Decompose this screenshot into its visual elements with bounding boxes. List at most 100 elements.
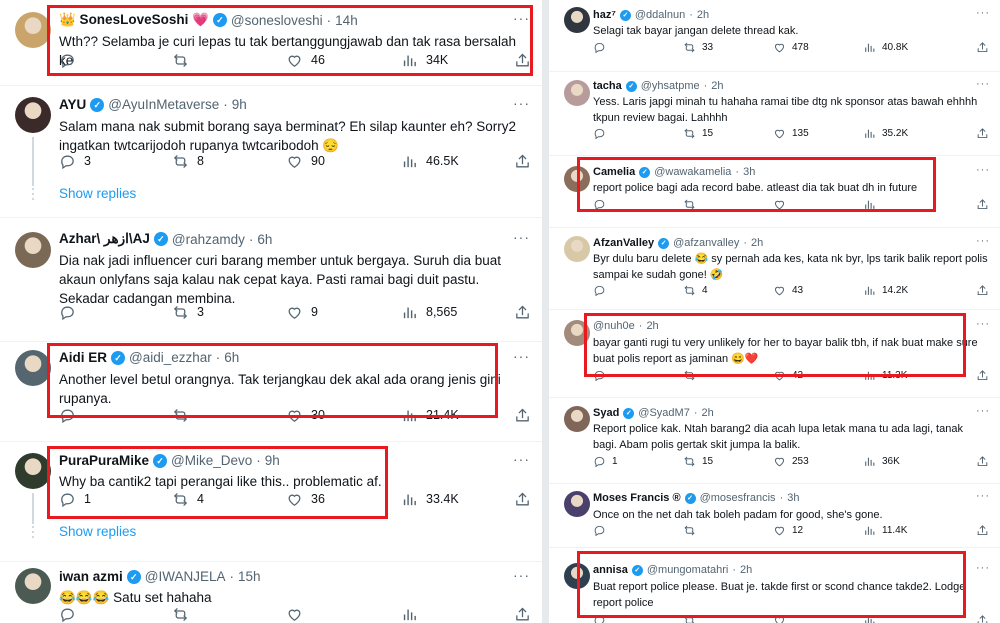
views-button[interactable] (863, 614, 882, 623)
share-button[interactable] (976, 524, 989, 537)
author-handle[interactable]: @mungomatahri (647, 564, 728, 576)
timestamp[interactable]: 15h (238, 569, 261, 584)
reply-button[interactable] (593, 524, 612, 537)
avatar[interactable] (564, 166, 590, 192)
more-icon[interactable]: ··· (976, 7, 990, 19)
reply-button[interactable] (59, 304, 84, 321)
reply-button[interactable]: 3 (59, 153, 91, 170)
share-button[interactable] (514, 52, 531, 69)
views-button[interactable] (401, 606, 426, 623)
reply-button[interactable] (59, 606, 84, 623)
retweet-button[interactable] (683, 524, 702, 537)
avatar[interactable] (564, 491, 590, 517)
author-handle[interactable]: @nuh0e (593, 320, 635, 332)
show-replies-link[interactable]: Show replies (59, 524, 136, 539)
share-button[interactable] (976, 284, 989, 297)
timestamp[interactable]: 9h (265, 453, 280, 468)
retweet-button[interactable]: 15 (683, 127, 713, 140)
reply-button[interactable] (593, 369, 612, 382)
author-handle[interactable]: @AyuInMetaverse (108, 97, 219, 112)
more-icon[interactable]: ··· (513, 95, 530, 111)
avatar[interactable] (564, 406, 590, 432)
views-button[interactable] (863, 198, 882, 211)
more-icon[interactable]: ··· (513, 229, 530, 245)
retweet-button[interactable] (172, 606, 197, 623)
avatar[interactable] (15, 232, 51, 268)
author-handle[interactable]: @wawakamelia (654, 166, 731, 178)
author-name[interactable]: tacha (593, 80, 622, 92)
author-handle[interactable]: @IWANJELA (145, 569, 226, 584)
reply-button[interactable] (593, 284, 612, 297)
like-button[interactable]: 42 (773, 369, 803, 382)
avatar[interactable] (15, 12, 51, 48)
author-name[interactable]: iwan azmi (59, 569, 123, 584)
share-button[interactable] (976, 369, 989, 382)
retweet-button[interactable]: 8 (172, 153, 204, 170)
timestamp[interactable]: 3h (787, 492, 799, 504)
retweet-button[interactable]: 3 (172, 304, 204, 321)
share-button[interactable] (976, 41, 989, 54)
timestamp[interactable]: 2h (740, 564, 752, 576)
more-icon[interactable]: ··· (513, 567, 530, 583)
like-button[interactable]: 43 (773, 284, 803, 297)
author-name[interactable]: 👑 SonesLoveSoshi 💗 (59, 12, 209, 28)
retweet-button[interactable] (172, 407, 197, 424)
more-icon[interactable]: ··· (976, 562, 990, 574)
author-handle[interactable]: @Mike_Devo (171, 453, 252, 468)
retweet-button[interactable]: 4 (683, 284, 708, 297)
share-button[interactable] (514, 407, 531, 424)
author-name[interactable]: Aidi ER (59, 350, 107, 365)
author-name[interactable]: AYU (59, 97, 86, 112)
like-button[interactable]: 9 (286, 304, 318, 321)
reply-button[interactable]: 1 (59, 491, 91, 508)
timestamp[interactable]: 3h (743, 166, 755, 178)
share-button[interactable] (976, 455, 989, 468)
retweet-button[interactable] (172, 52, 197, 69)
timestamp[interactable]: 6h (224, 350, 239, 365)
avatar[interactable] (564, 80, 590, 106)
views-button[interactable]: 36K (863, 455, 900, 468)
share-button[interactable] (514, 606, 531, 623)
like-button[interactable]: 478 (773, 41, 809, 54)
retweet-button[interactable]: 33 (683, 41, 713, 54)
like-button[interactable]: 36 (286, 491, 325, 508)
like-button[interactable] (286, 606, 311, 623)
timestamp[interactable]: 2h (711, 80, 723, 92)
more-icon[interactable]: ··· (513, 451, 530, 467)
reply-button[interactable]: 1 (593, 455, 618, 468)
more-icon[interactable]: ··· (513, 10, 530, 26)
like-button[interactable] (773, 614, 792, 623)
views-button[interactable]: 21.4K (401, 407, 459, 424)
author-name[interactable]: Azhar\ ازهر\AJ (59, 231, 150, 247)
more-icon[interactable]: ··· (976, 318, 990, 330)
share-button[interactable] (514, 153, 531, 170)
retweet-button[interactable] (683, 198, 702, 211)
author-handle[interactable]: @yhsatpme (641, 80, 700, 92)
author-handle[interactable]: @SyadM7 (638, 407, 690, 419)
timestamp[interactable]: 2h (646, 320, 658, 332)
show-replies-link[interactable]: Show replies (59, 186, 136, 201)
share-button[interactable] (976, 614, 989, 623)
share-button[interactable] (514, 304, 531, 321)
share-button[interactable] (514, 491, 531, 508)
reply-button[interactable] (593, 614, 612, 623)
like-button[interactable]: 30 (286, 407, 325, 424)
retweet-button[interactable] (683, 369, 702, 382)
more-icon[interactable]: ··· (976, 78, 990, 90)
like-button[interactable]: 90 (286, 153, 325, 170)
author-name[interactable]: Syad (593, 407, 619, 419)
views-button[interactable]: 14.2K (863, 284, 908, 297)
like-button[interactable]: 253 (773, 455, 809, 468)
more-icon[interactable]: ··· (976, 490, 990, 502)
avatar[interactable] (564, 7, 590, 33)
views-button[interactable]: 11.3K (863, 369, 907, 382)
author-name[interactable]: Camelia (593, 166, 635, 178)
avatar[interactable] (15, 453, 51, 489)
author-name[interactable]: annisa (593, 564, 628, 576)
like-button[interactable]: 46 (286, 52, 325, 69)
avatar[interactable] (15, 97, 51, 133)
more-icon[interactable]: ··· (976, 164, 990, 176)
avatar[interactable] (564, 236, 590, 262)
timestamp[interactable]: 2h (697, 9, 709, 21)
views-button[interactable]: 40.8K (863, 41, 908, 54)
